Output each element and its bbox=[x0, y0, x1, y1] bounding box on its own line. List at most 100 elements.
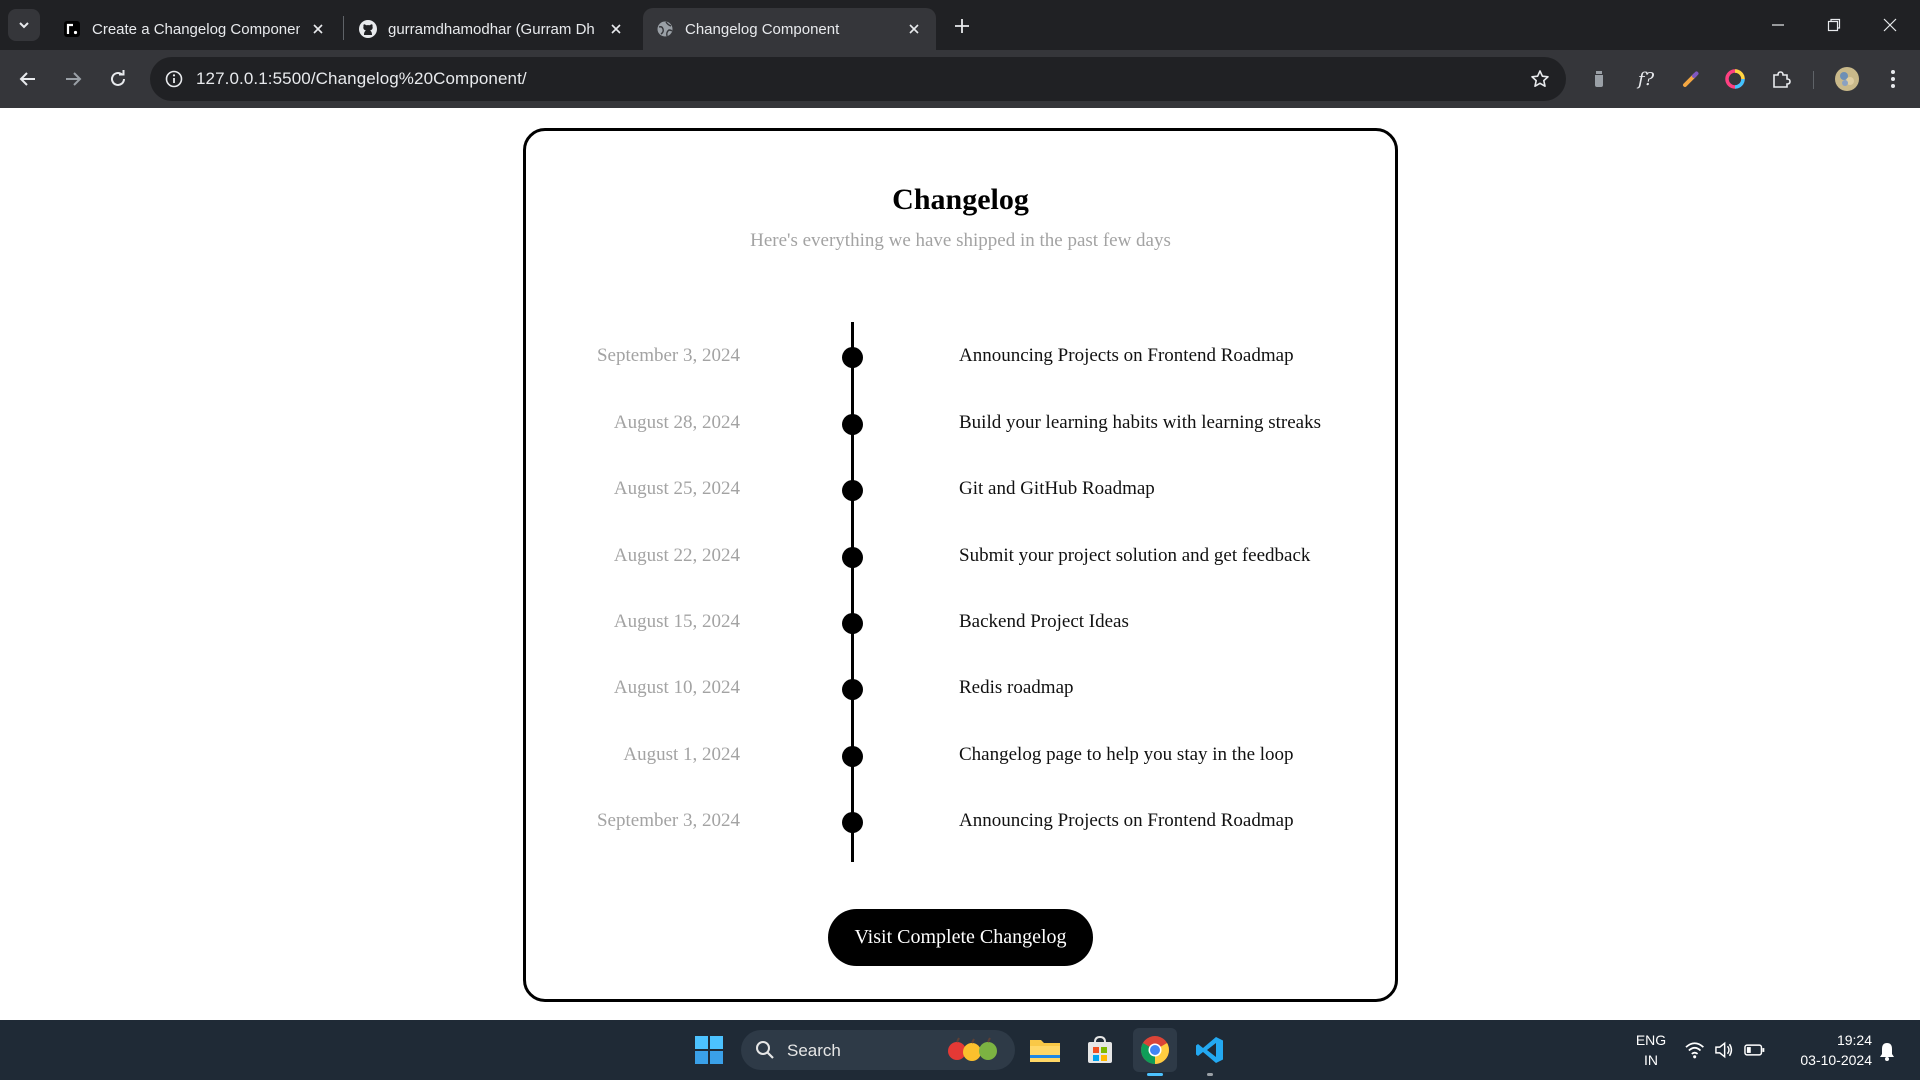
timeline-entry: September 3, 2024 Announcing Projects on… bbox=[526, 807, 1395, 837]
taskbar-search-box[interactable]: Search bbox=[741, 1030, 1015, 1070]
github-icon bbox=[358, 19, 378, 39]
clock[interactable]: 19:24 03-10-2024 bbox=[1780, 1030, 1872, 1070]
close-icon[interactable] bbox=[308, 19, 328, 39]
changelog-card: Changelog Here's everything we have ship… bbox=[523, 128, 1398, 1002]
browser-tab-bar: Create a Changelog Componen gurramdhamod… bbox=[0, 0, 1920, 50]
entry-title: Redis roadmap bbox=[959, 677, 1074, 698]
tab-roadmap[interactable]: Create a Changelog Componen bbox=[50, 8, 340, 50]
store-icon bbox=[1088, 1035, 1112, 1063]
more-vertical-icon bbox=[1891, 70, 1895, 88]
reload-icon bbox=[111, 70, 125, 86]
microsoft-store-button[interactable] bbox=[1078, 1028, 1122, 1072]
function-icon[interactable]: f? bbox=[1630, 63, 1662, 95]
vscode-icon bbox=[1196, 1037, 1223, 1063]
entry-title: Announcing Projects on Frontend Roadmap bbox=[959, 810, 1294, 831]
page-viewport: Changelog Here's everything we have ship… bbox=[0, 108, 1920, 1020]
visit-complete-changelog-button[interactable]: Visit Complete Changelog bbox=[828, 909, 1093, 966]
restore-button[interactable] bbox=[1806, 0, 1862, 50]
search-highlight-fruit-icon bbox=[948, 1037, 997, 1061]
site-info-icon[interactable] bbox=[160, 65, 188, 93]
browser-menu-button[interactable] bbox=[1877, 63, 1909, 95]
tab-title: Changelog Component bbox=[685, 20, 840, 38]
puzzle-icon[interactable] bbox=[1765, 63, 1797, 95]
entry-date: September 3, 2024 bbox=[596, 810, 740, 831]
extension-flask-icon[interactable] bbox=[1583, 63, 1615, 95]
language-indicator[interactable]: ENG IN bbox=[1628, 1030, 1674, 1070]
running-indicator bbox=[1207, 1073, 1213, 1076]
wifi-icon bbox=[1685, 1042, 1704, 1059]
notifications-button[interactable] bbox=[1874, 1038, 1900, 1064]
timeline-entry: August 28, 2024 Build your learning habi… bbox=[526, 409, 1395, 439]
entry-date: August 28, 2024 bbox=[613, 412, 740, 433]
reload-button[interactable] bbox=[100, 61, 136, 97]
address-bar[interactable]: 127.0.0.1:5500/Changelog%20Component/ bbox=[150, 57, 1566, 101]
chrome-icon bbox=[1141, 1036, 1169, 1064]
entry-title: Backend Project Ideas bbox=[959, 611, 1129, 632]
timeline-dot bbox=[842, 547, 863, 568]
page-title: Changelog bbox=[892, 183, 1029, 216]
region-code: IN bbox=[1644, 1052, 1658, 1068]
entry-date: August 15, 2024 bbox=[613, 611, 740, 632]
tab-divider bbox=[343, 16, 344, 40]
plus-icon bbox=[955, 19, 969, 33]
tab-github[interactable]: gurramdhamodhar (Gurram Dh bbox=[346, 8, 638, 50]
timeline-entry: September 3, 2024 Announcing Projects on… bbox=[526, 342, 1395, 372]
bookmark-star-icon[interactable] bbox=[1526, 65, 1554, 93]
entry-date: August 25, 2024 bbox=[613, 478, 740, 499]
search-label: Search bbox=[787, 1041, 841, 1060]
chevron-down-icon bbox=[19, 22, 29, 29]
battery-icon bbox=[1743, 1044, 1765, 1056]
toolbar-divider bbox=[1813, 71, 1814, 89]
browser-toolbar: 127.0.0.1:5500/Changelog%20Component/ f? bbox=[0, 50, 1920, 108]
close-icon[interactable] bbox=[904, 19, 924, 39]
page-subtitle: Here's everything we have shipped in the… bbox=[750, 230, 1171, 251]
start-button[interactable] bbox=[687, 1028, 731, 1072]
close-icon bbox=[1883, 18, 1897, 32]
minimize-icon bbox=[1772, 24, 1784, 26]
timeline-line bbox=[851, 322, 854, 862]
timeline-dot bbox=[842, 480, 863, 501]
entry-title: Changelog page to help you stay in the l… bbox=[959, 744, 1294, 765]
arrow-left-icon bbox=[19, 72, 35, 86]
taskbar: Search ENG IN 19:24 03-10-2024 bbox=[0, 1020, 1920, 1080]
vscode-taskbar-button[interactable] bbox=[1188, 1028, 1232, 1076]
back-button[interactable] bbox=[10, 61, 46, 97]
url-text[interactable]: 127.0.0.1:5500/Changelog%20Component/ bbox=[196, 69, 527, 89]
timeline-dot bbox=[842, 746, 863, 767]
language-code: ENG bbox=[1635, 1032, 1667, 1048]
entry-date: August 1, 2024 bbox=[623, 744, 740, 765]
forward-button[interactable] bbox=[55, 61, 91, 97]
new-tab-button[interactable] bbox=[948, 12, 976, 40]
system-tray-status[interactable] bbox=[1685, 1038, 1765, 1062]
entry-date: September 3, 2024 bbox=[596, 345, 740, 366]
speaker-icon bbox=[1715, 1041, 1733, 1059]
timeline-dot bbox=[842, 347, 863, 368]
timeline-entry: August 22, 2024 Submit your project solu… bbox=[526, 542, 1395, 572]
entry-title: Build your learning habits with learning… bbox=[959, 412, 1321, 433]
restore-icon bbox=[1827, 18, 1841, 32]
profile-avatar[interactable] bbox=[1831, 63, 1863, 95]
tab-changelog-component[interactable]: Changelog Component bbox=[643, 8, 936, 50]
clock-time: 19:24 bbox=[1836, 1032, 1872, 1048]
entry-title: Git and GitHub Roadmap bbox=[959, 478, 1155, 499]
chrome-taskbar-button[interactable] bbox=[1133, 1028, 1177, 1076]
timeline-entry: August 15, 2024 Backend Project Ideas bbox=[526, 608, 1395, 638]
tab-search-button[interactable] bbox=[8, 9, 40, 41]
timeline-dot bbox=[842, 812, 863, 833]
timeline-dot bbox=[842, 613, 863, 634]
search-icon bbox=[756, 1041, 774, 1059]
tab-title: Create a Changelog Componen bbox=[92, 20, 300, 38]
close-window-button[interactable] bbox=[1862, 0, 1918, 50]
timeline-entry: August 10, 2024 Redis roadmap bbox=[526, 674, 1395, 704]
file-explorer-button[interactable] bbox=[1023, 1028, 1067, 1072]
folder-icon bbox=[1030, 1040, 1060, 1062]
arrow-right-icon bbox=[66, 72, 82, 86]
timeline-entry: August 25, 2024 Git and GitHub Roadmap bbox=[526, 475, 1395, 505]
roadmap-icon bbox=[62, 19, 82, 39]
close-icon[interactable] bbox=[606, 19, 626, 39]
pen-icon[interactable] bbox=[1675, 63, 1707, 95]
minimize-button[interactable] bbox=[1750, 0, 1806, 50]
windows-logo-icon bbox=[695, 1036, 723, 1064]
color-ring-icon[interactable] bbox=[1719, 63, 1751, 95]
entry-date: August 22, 2024 bbox=[613, 545, 740, 566]
